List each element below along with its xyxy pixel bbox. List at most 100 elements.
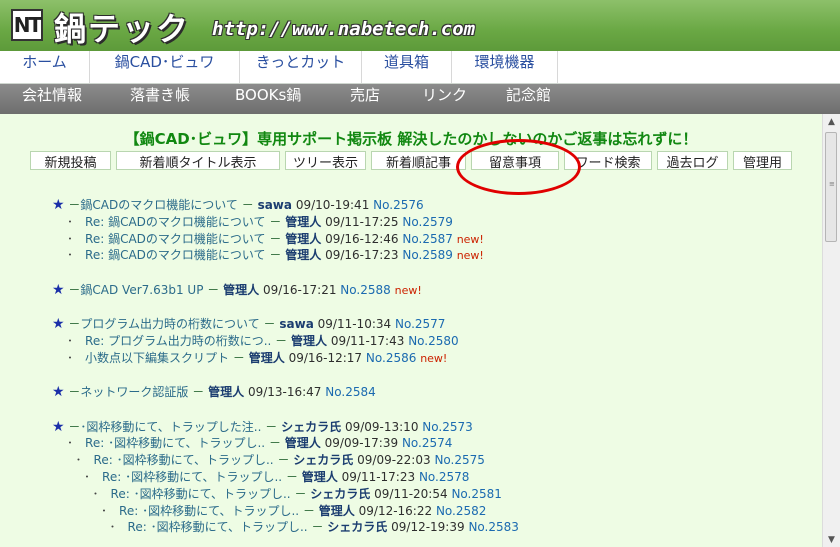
thread-parent-row: ★ －･図枠移動にて、トラップした注.. － シェカラ氏 09/09-13:10… — [52, 419, 473, 435]
post-date: 09/12-16:22 — [358, 504, 433, 518]
highlight-circle — [456, 139, 581, 195]
scroll-down-icon[interactable]: ▼ — [823, 533, 840, 547]
post-number: No.2577 — [394, 317, 446, 331]
post-subject-link[interactable]: プログラム出力時の桁数について — [80, 317, 259, 331]
thread-parent-row: ★ －鍋CAD Ver7.63b1 UP － 管理人 09/16-17:21 N… — [52, 282, 422, 298]
dash-separator: － — [263, 317, 276, 331]
post-subject-link[interactable]: Re: ･図枠移動にて、トラップし.. — [94, 453, 274, 467]
post-number: No.2589 — [402, 248, 453, 262]
thread-parent-row: ★ －ネットワーク認証版 － 管理人 09/13-16:47 No.2584 — [52, 384, 376, 400]
post-author: シェカラ氏 — [281, 420, 342, 434]
thread-reply-row: ･ Re: 鍋CADのマクロ機能について － 管理人 09/16-17:23 N… — [67, 247, 484, 263]
dash-separator: － — [294, 487, 307, 501]
post-subject-link[interactable]: Re: 鍋CADのマクロ機能について — [85, 215, 266, 229]
bullet-icon: ･ — [67, 351, 74, 365]
nav-guestbook[interactable]: 落書き帳 — [130, 84, 190, 114]
post-number: No.2584 — [325, 385, 376, 399]
dash-separator: － — [285, 470, 298, 484]
thread-reply-row: ･ Re: ･図枠移動にて、トラップし.. － シェカラ氏 09/12-19:3… — [110, 519, 519, 535]
post-number: No.2573 — [422, 420, 473, 434]
new-badge: new! — [420, 352, 448, 365]
bullet-icon: ･ — [84, 470, 91, 484]
vertical-scrollbar[interactable]: ▲ ≡ ▼ — [822, 114, 840, 547]
nav-books[interactable]: BOOKs鍋 — [235, 84, 301, 114]
bullet-icon: ･ — [75, 453, 82, 467]
logo-mark[interactable]: NT — [11, 9, 43, 41]
menu-new-post[interactable]: 新規投稿 — [30, 151, 111, 171]
dash-separator: － — [265, 420, 278, 434]
bullet-icon: ･ — [67, 215, 74, 229]
scroll-thumb[interactable]: ≡ — [825, 132, 837, 242]
thread-reply-row: ･ Re: 鍋CADのマクロ機能について － 管理人 09/11-17:25 N… — [67, 214, 453, 230]
post-date: 09/11-17:23 — [341, 470, 416, 484]
post-subject-link[interactable]: Re: プログラム出力時の桁数につ.. — [85, 334, 271, 348]
dash-separator: － — [241, 198, 254, 212]
new-badge: new! — [394, 284, 422, 297]
post-subject-link[interactable]: Re: 鍋CADのマクロ機能について — [85, 232, 266, 246]
post-subject-link[interactable]: Re: ･図枠移動にて、トラップし.. — [85, 436, 265, 450]
post-author: シェカラ氏 — [310, 487, 371, 501]
post-author: 管理人 — [285, 215, 322, 229]
thread-reply-row: ･ Re: ･図枠移動にて、トラップし.. － シェカラ氏 09/09-22:0… — [76, 452, 485, 468]
post-author: 管理人 — [291, 334, 328, 348]
nav-nabecad-viewer[interactable]: 鍋CAD･ビュワ — [90, 51, 240, 83]
nav-links[interactable]: リンク — [422, 84, 467, 114]
thread-reply-row: ･ 小数点以下編集スクリプト － 管理人 09/16-12:17 No.2586… — [67, 350, 447, 366]
post-author: 管理人 — [208, 385, 245, 399]
nav-company[interactable]: 会社情報 — [22, 84, 82, 114]
post-number: No.2574 — [401, 436, 453, 450]
post-subject-link[interactable]: Re: ･図枠移動にて、トラップし.. — [111, 487, 291, 501]
nav-memorial[interactable]: 記念館 — [506, 84, 551, 114]
bullet-icon: ･ — [67, 232, 74, 246]
thread-reply-row: ･ Re: 鍋CADのマクロ機能について － 管理人 09/16-12:46 N… — [67, 231, 484, 247]
scroll-up-icon[interactable]: ▲ — [823, 114, 840, 131]
post-number: No.2583 — [468, 520, 519, 534]
post-subject-link[interactable]: ･図枠移動にて、トラップした注.. — [80, 420, 261, 434]
bullet-icon: ･ — [92, 487, 99, 501]
bullet-icon: ･ — [101, 504, 108, 518]
dash-separator: － — [277, 453, 290, 467]
post-date: 09/16-17:21 — [262, 283, 337, 297]
menu-tree-view[interactable]: ツリー表示 — [285, 151, 366, 171]
post-subject-link[interactable]: Re: ･図枠移動にて、トラップし.. — [119, 504, 299, 518]
menu-archive[interactable]: 過去ログ — [657, 151, 728, 171]
logo-text[interactable]: 鍋テック — [54, 4, 190, 50]
post-author: 管理人 — [285, 232, 322, 246]
post-date: 09/10-19:41 — [295, 198, 370, 212]
star-icon: ★ — [52, 419, 65, 435]
menu-new-articles[interactable]: 新着順記事 — [371, 151, 466, 171]
post-date: 09/11-17:25 — [325, 215, 399, 229]
post-author: 管理人 — [301, 470, 338, 484]
post-subject-link[interactable]: Re: ･図枠移動にて、トラップし.. — [102, 470, 282, 484]
post-subject-link[interactable]: 小数点以下編集スクリプト — [85, 351, 229, 365]
post-subject-link[interactable]: Re: ･図枠移動にて、トラップし.. — [128, 520, 308, 534]
thread-parent-row: ★ －鍋CADのマクロ機能について － sawa 09/10-19:41 No.… — [52, 197, 424, 213]
nav-kittocut[interactable]: きっとカット — [240, 51, 362, 83]
dash-separator: － — [207, 283, 220, 297]
nav-toolbox[interactable]: 道具箱 — [362, 51, 452, 83]
dash-separator: － — [68, 198, 81, 212]
post-subject-link[interactable]: Re: 鍋CADのマクロ機能について — [85, 248, 266, 262]
post-date: 09/09-13:10 — [344, 420, 419, 434]
bullet-icon: ･ — [67, 248, 74, 262]
thread-reply-row: ･ Re: ･図枠移動にて、トラップし.. － 管理人 09/11-17:23 … — [84, 469, 469, 485]
menu-admin[interactable]: 管理用 — [733, 151, 792, 171]
post-subject-link[interactable]: 鍋CADのマクロ機能について — [80, 198, 237, 212]
dash-separator: － — [68, 385, 81, 399]
star-icon: ★ — [52, 282, 65, 298]
post-number: No.2587 — [402, 232, 453, 246]
post-date: 09/09-22:03 — [357, 453, 431, 467]
post-date: 09/16-17:23 — [325, 248, 399, 262]
post-number: No.2580 — [408, 334, 459, 348]
post-date: 09/11-10:34 — [317, 317, 392, 331]
post-subject-link[interactable]: ネットワーク認証版 — [80, 385, 188, 399]
menu-title-list[interactable]: 新着順タイトル表示 — [116, 151, 280, 171]
post-subject-link[interactable]: 鍋CAD Ver7.63b1 UP — [80, 283, 203, 297]
nav-home[interactable]: ホーム — [0, 51, 90, 83]
post-author: シェカラ氏 — [293, 453, 354, 467]
nav-environment[interactable]: 環境機器 — [452, 51, 558, 83]
nav-shop[interactable]: 売店 — [350, 84, 380, 114]
dash-separator: － — [68, 420, 81, 434]
post-date: 09/09-17:39 — [324, 436, 399, 450]
thread-reply-row: ･ Re: ･図枠移動にて、トラップし.. － 管理人 09/09-17:39 … — [67, 435, 452, 451]
